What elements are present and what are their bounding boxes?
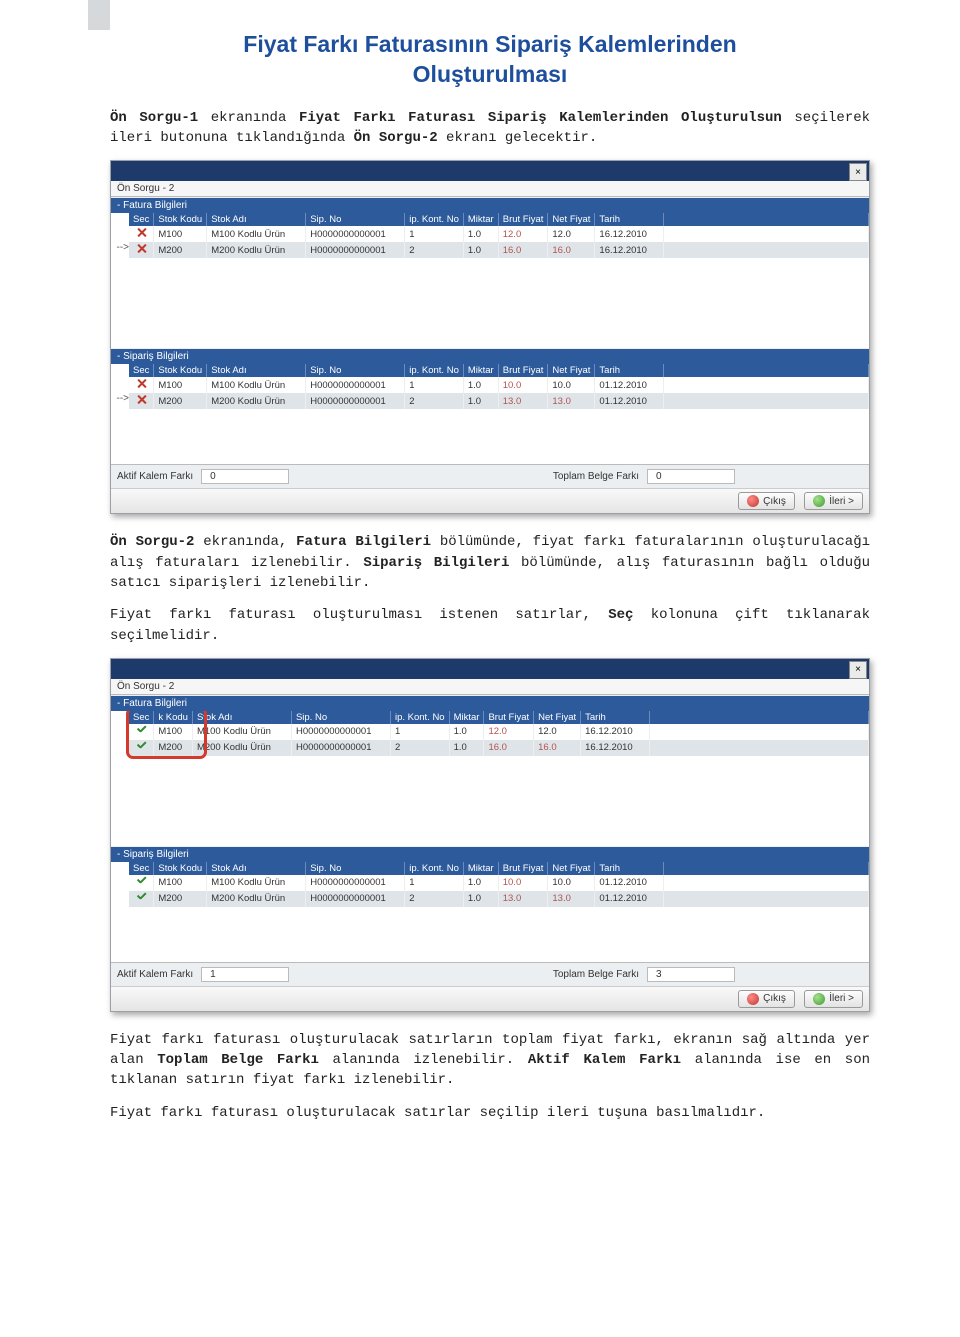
x-icon — [136, 243, 147, 254]
intro-bold-2: Fiyat Farkı Faturası Sipariş Kalemlerind… — [299, 110, 782, 126]
siparis-grid[interactable]: Sec Stok Kodu Stok Adı Sip. No ip. Kont.… — [129, 862, 869, 907]
page-title: Fiyat Farkı Faturasının Sipariş Kalemler… — [110, 30, 870, 90]
col-stokadi[interactable]: Stok Adı — [207, 213, 306, 226]
intro-paragraph: Ön Sorgu-1 ekranında Fiyat Farkı Faturas… — [110, 108, 870, 149]
check-icon — [136, 725, 147, 736]
page-title-line1: Fiyat Farkı Faturasının Sipariş Kalemler… — [243, 31, 736, 57]
table-row[interactable]: M100 M100 Kodlu Ürün H0000000000001 1 1.… — [129, 377, 869, 393]
row-pointer-icon: --> — [111, 392, 129, 404]
aktif-kalem-label: Aktif Kalem Farkı — [117, 471, 193, 482]
button-bar: Çıkış İleri > — [111, 488, 869, 513]
aktif-kalem-field: 0 — [201, 469, 289, 484]
paragraph-4: Fiyat farkı faturası oluşturulacak satır… — [110, 1030, 870, 1091]
table-row[interactable]: M200 M200 Kodlu Ürün H0000000000001 2 1.… — [129, 891, 869, 907]
paragraph-2: Ön Sorgu-2 ekranında, Fatura Bilgileri b… — [110, 532, 870, 593]
window-tab-label: Ön Sorgu - 2 — [111, 679, 869, 695]
siparis-grid[interactable]: Sec Stok Kodu Stok Adı Sip. No ip. Kont.… — [129, 364, 869, 409]
section-fatura-header: - Fatura Bilgileri — [111, 696, 869, 711]
col-kont[interactable]: ip. Kont. No — [405, 213, 464, 226]
col-brut[interactable]: Brut Fiyat — [498, 213, 548, 226]
table-row[interactable]: M100 M100 Kodlu Ürün H0000000000001 1 1.… — [129, 875, 869, 891]
check-icon — [136, 741, 147, 752]
aktif-kalem-label: Aktif Kalem Farkı — [117, 969, 193, 980]
window-close-button[interactable]: × — [849, 661, 867, 679]
page-side-stripe — [88, 0, 110, 30]
table-row[interactable]: M100 M100 Kodlu Ürün H0000000000001 1 1.… — [129, 226, 869, 242]
check-icon — [136, 876, 147, 887]
toplam-belge-label: Toplam Belge Farkı — [553, 969, 639, 980]
toplam-belge-field: 3 — [647, 967, 735, 982]
screenshot-1: × Ön Sorgu - 2 - Fatura Bilgileri --> Se… — [110, 160, 870, 514]
section-siparis-header: - Sipariş Bilgileri — [111, 349, 869, 364]
table-row[interactable]: M100 M100 Kodlu Ürün H0000000000001 1 1.… — [129, 724, 869, 740]
col-tarih[interactable]: Tarih — [595, 213, 664, 226]
col-net[interactable]: Net Fiyat — [548, 213, 595, 226]
fatura-grid[interactable]: Sec k Kodu Stok Adı Sip. No ip. Kont. No… — [129, 711, 869, 756]
screenshot-2: × Ön Sorgu - 2 - Fatura Bilgileri Sec k … — [110, 658, 870, 1012]
ileri-button[interactable]: İleri > — [804, 990, 863, 1008]
window-titlebar: × — [111, 161, 869, 181]
x-icon — [136, 378, 147, 389]
grid-header-row: Sec Stok Kodu Stok Adı Sip. No ip. Kont.… — [129, 213, 869, 226]
col-sipno[interactable]: Sip. No — [306, 213, 405, 226]
page-title-line2: Oluşturulması — [413, 61, 568, 87]
cikis-button[interactable]: Çıkış — [738, 492, 795, 510]
section-fatura-header: - Fatura Bilgileri — [111, 198, 869, 213]
forward-icon — [813, 993, 825, 1005]
paragraph-5: Fiyat farkı faturası oluşturulacak satır… — [110, 1103, 870, 1123]
forward-icon — [813, 495, 825, 507]
col-miktar[interactable]: Miktar — [463, 213, 498, 226]
paragraph-3: Fiyat farkı faturası oluşturulması isten… — [110, 605, 870, 646]
window-close-button[interactable]: × — [849, 163, 867, 181]
window-tab-label: Ön Sorgu - 2 — [111, 181, 869, 197]
col-stokkodu[interactable]: Stok Kodu — [154, 213, 207, 226]
footer-bar: Aktif Kalem Farkı 0 Toplam Belge Farkı 0 — [111, 464, 869, 488]
window-titlebar: × — [111, 659, 869, 679]
section-siparis-header: - Sipariş Bilgileri — [111, 847, 869, 862]
table-row[interactable]: M200 M200 Kodlu Ürün H0000000000001 2 1.… — [129, 740, 869, 756]
button-bar: Çıkış İleri > — [111, 986, 869, 1011]
close-icon — [747, 993, 759, 1005]
grid-header-row: Sec Stok Kodu Stok Adı Sip. No ip. Kont.… — [129, 364, 869, 377]
cikis-button[interactable]: Çıkış — [738, 990, 795, 1008]
table-row[interactable]: M200 M200 Kodlu Ürün H0000000000001 2 1.… — [129, 242, 869, 258]
aktif-kalem-field: 1 — [201, 967, 289, 982]
table-row[interactable]: M200 M200 Kodlu Ürün H0000000000001 2 1.… — [129, 393, 869, 409]
x-icon — [136, 394, 147, 405]
toplam-belge-field: 0 — [647, 469, 735, 484]
grid-header-row: Sec Stok Kodu Stok Adı Sip. No ip. Kont.… — [129, 862, 869, 875]
check-icon — [136, 892, 147, 903]
intro-bold-3: Ön Sorgu-2 — [354, 130, 438, 146]
footer-bar: Aktif Kalem Farkı 1 Toplam Belge Farkı 3 — [111, 962, 869, 986]
row-pointer-icon: --> — [111, 241, 129, 253]
fatura-grid[interactable]: Sec Stok Kodu Stok Adı Sip. No ip. Kont.… — [129, 213, 869, 258]
ileri-button[interactable]: İleri > — [804, 492, 863, 510]
col-sec[interactable]: Sec — [129, 213, 154, 226]
grid-header-row: Sec k Kodu Stok Adı Sip. No ip. Kont. No… — [129, 711, 869, 724]
close-icon — [747, 495, 759, 507]
x-icon — [136, 227, 147, 238]
toplam-belge-label: Toplam Belge Farkı — [553, 471, 639, 482]
intro-bold-1: Ön Sorgu-1 — [110, 110, 198, 126]
